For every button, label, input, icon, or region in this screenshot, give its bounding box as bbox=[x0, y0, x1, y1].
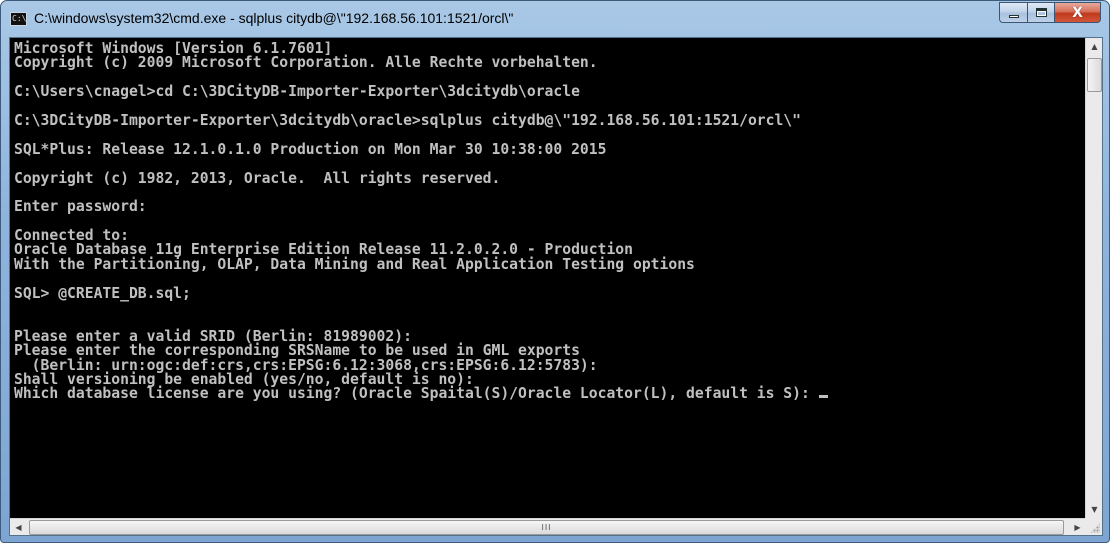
minimize-icon bbox=[1008, 15, 1019, 18]
console-output[interactable]: Microsoft Windows [Version 6.1.7601] Copy… bbox=[10, 38, 1086, 518]
cmd-window: C:\ C:\windows\system32\cmd.exe - sqlplu… bbox=[0, 0, 1110, 543]
vertical-scroll-thumb[interactable] bbox=[1087, 58, 1102, 92]
scroll-down-arrow-icon[interactable]: ▼ bbox=[1086, 501, 1103, 518]
console-client-area: Microsoft Windows [Version 6.1.7601] Copy… bbox=[9, 37, 1103, 536]
caption-buttons: X bbox=[999, 2, 1101, 23]
console-line: SQL*Plus: Release 12.1.0.1.0 Production … bbox=[14, 140, 607, 158]
console-line: Copyright (c) 1982, 2013, Oracle. All ri… bbox=[14, 169, 501, 187]
close-button[interactable]: X bbox=[1054, 2, 1101, 23]
text-cursor bbox=[818, 395, 828, 399]
console-line: Which database license are you using? (O… bbox=[14, 386, 1086, 401]
minimize-button[interactable] bbox=[999, 2, 1027, 23]
console-line: With the Partitioning, OLAP, Data Mining… bbox=[14, 255, 695, 273]
maximize-icon bbox=[1035, 8, 1047, 17]
console-line: C:\3DCityDB-Importer-Exporter\3dcitydb\o… bbox=[14, 111, 801, 129]
console-line: Copyright (c) 2009 Microsoft Corporation… bbox=[14, 54, 598, 72]
close-icon: X bbox=[1072, 4, 1083, 21]
scroll-right-arrow-icon[interactable]: ▶ bbox=[1069, 519, 1086, 536]
scroll-left-arrow-icon[interactable]: ◀ bbox=[10, 519, 27, 536]
title-bar[interactable]: C:\ C:\windows\system32\cmd.exe - sqlplu… bbox=[1, 1, 1109, 37]
scroll-up-arrow-icon[interactable]: ▲ bbox=[1086, 38, 1103, 55]
maximize-button[interactable] bbox=[1027, 2, 1054, 23]
window-title: C:\windows\system32\cmd.exe - sqlplus ci… bbox=[34, 10, 514, 26]
vertical-scrollbar[interactable]: ▲ ▼ bbox=[1085, 38, 1102, 518]
resize-grip-icon bbox=[1090, 523, 1100, 533]
horizontal-scrollbar[interactable]: ◀ III ▶ bbox=[10, 518, 1086, 535]
console-line: SQL> @CREATE_DB.sql; bbox=[14, 284, 191, 302]
console-line: Enter password: bbox=[14, 198, 147, 216]
horizontal-scroll-thumb[interactable]: III bbox=[29, 520, 1064, 535]
size-grip[interactable] bbox=[1085, 518, 1102, 535]
console-line: C:\Users\cnagel>cd C:\3DCityDB-Importer-… bbox=[14, 83, 580, 101]
cmd-app-icon[interactable]: C:\ bbox=[10, 12, 27, 26]
